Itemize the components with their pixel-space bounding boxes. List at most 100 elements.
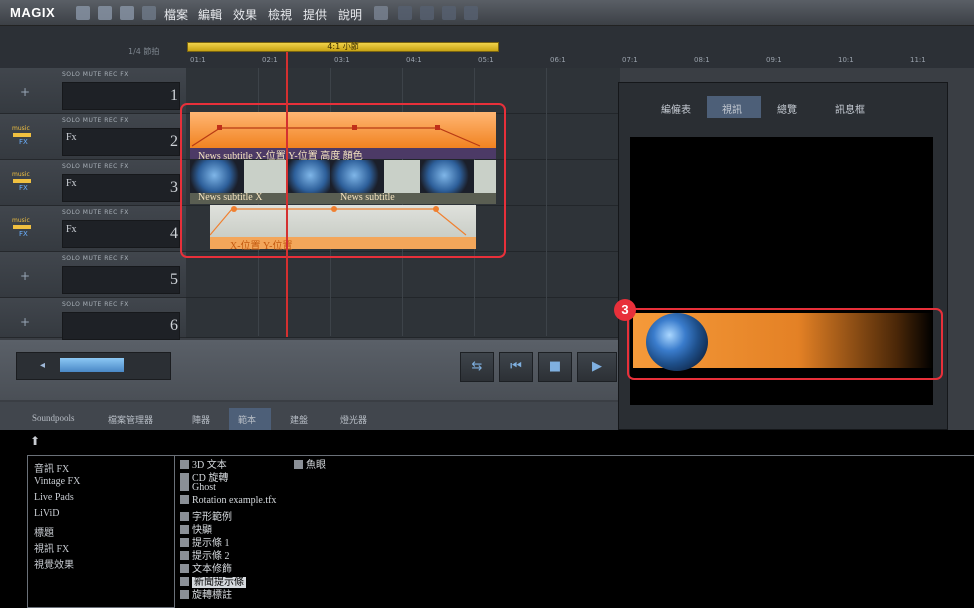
template-file-list xyxy=(175,455,974,608)
ruler-tick: 08:1 xyxy=(694,56,710,64)
add-icon[interactable]: + xyxy=(20,85,30,99)
track-buttons[interactable]: SOLO MUTE REC FX xyxy=(62,209,129,216)
track-lane[interactable] xyxy=(186,252,620,298)
track-buttons[interactable]: SOLO MUTE REC FX xyxy=(62,71,129,78)
ruler-tick: 10:1 xyxy=(838,56,854,64)
loop-range-label: 4:1 小節 xyxy=(327,42,359,51)
file-item[interactable]: Ghost xyxy=(180,482,216,493)
left-arrow-icon[interactable]: ◂ xyxy=(40,360,45,371)
app-logo: MAGIX xyxy=(10,5,56,20)
track-buttons[interactable]: SOLO MUTE REC FX xyxy=(62,163,129,170)
svg-text:music: music xyxy=(12,217,30,224)
svg-text:FX: FX xyxy=(19,184,28,191)
menu-view[interactable]: 檢視 xyxy=(268,6,292,23)
track-buttons[interactable]: SOLO MUTE REC FX xyxy=(62,117,129,124)
new-file-icon[interactable] xyxy=(76,6,90,20)
track-number: 4 xyxy=(170,225,178,242)
tab-video[interactable]: 視訊 xyxy=(722,101,742,116)
rewind-button[interactable]: ⏮ xyxy=(499,352,533,382)
tab-overview[interactable]: 總覽 xyxy=(777,101,797,116)
cursor-icon[interactable] xyxy=(464,6,478,20)
wand-icon[interactable] xyxy=(442,6,456,20)
folder-up-icon[interactable]: ⬆ xyxy=(30,434,40,448)
save-icon[interactable] xyxy=(120,6,134,20)
play-button[interactable]: ▶ xyxy=(577,352,617,382)
playhead[interactable] xyxy=(286,52,288,337)
track-header-5[interactable]: SOLO MUTE REC FX + 5 xyxy=(0,252,186,298)
ruler-tick: 02:1 xyxy=(262,56,278,64)
track-buttons[interactable]: SOLO MUTE REC FX xyxy=(62,255,129,262)
step-badge: 3 xyxy=(614,299,636,321)
track-number: 6 xyxy=(170,317,178,334)
menu-help[interactable]: 說明 xyxy=(338,6,362,23)
ruler-tick: 03:1 xyxy=(334,56,350,64)
zoom-label: 1/4 節拍 xyxy=(128,47,160,56)
ruler-tick: 05:1 xyxy=(478,56,494,64)
file-item[interactable]: Rotation example.tfx xyxy=(180,495,276,506)
tab-templates[interactable]: 範本 xyxy=(238,413,256,426)
tab-lighting[interactable]: 燈光器 xyxy=(340,413,367,426)
track-header-3[interactable]: SOLO MUTE REC FX music FX Fx 3 xyxy=(0,160,186,206)
track-header-4[interactable]: SOLO MUTE REC FX music FX Fx 4 xyxy=(0,206,186,252)
category-item[interactable]: 視覺效果 xyxy=(34,556,74,571)
add-icon[interactable]: + xyxy=(20,315,30,329)
add-icon[interactable]: + xyxy=(20,269,30,283)
category-item[interactable]: Live Pads xyxy=(34,492,74,503)
tab-synth[interactable]: 建盤 xyxy=(290,413,308,426)
track-name[interactable] xyxy=(62,266,180,294)
music-fx-icon: music FX xyxy=(12,171,31,191)
ruler-tick: 01:1 xyxy=(190,56,206,64)
track-name[interactable]: Fx xyxy=(62,174,180,202)
file-item[interactable]: 旋轉標註 xyxy=(180,586,232,601)
grid-line xyxy=(546,68,547,336)
tab-arranger[interactable]: 編僱表 xyxy=(661,101,691,116)
track-buttons[interactable]: SOLO MUTE REC FX xyxy=(62,301,129,308)
redo-icon[interactable] xyxy=(420,6,434,20)
highlight-box xyxy=(180,103,506,258)
music-fx-icon: music FX xyxy=(12,125,31,145)
loop-button[interactable]: ⇆ xyxy=(460,352,494,382)
category-item[interactable]: LiViD xyxy=(34,508,60,519)
track-lane[interactable] xyxy=(186,298,620,338)
svg-text:music: music xyxy=(12,171,30,178)
category-item[interactable]: 音訊 FX xyxy=(34,460,69,475)
tab-info[interactable]: 訊息框 xyxy=(835,101,865,116)
music-fx-icon: music FX xyxy=(12,217,31,237)
menu-effects[interactable]: 效果 xyxy=(233,6,257,23)
svg-text:FX: FX xyxy=(19,230,28,237)
track-header-1[interactable]: SOLO MUTE REC FX + 1 xyxy=(0,68,186,114)
stop-button[interactable]: ■ xyxy=(538,352,572,382)
category-item[interactable]: 標題 xyxy=(34,524,54,539)
menu-offer[interactable]: 提供 xyxy=(303,6,327,23)
svg-text:music: music xyxy=(12,125,30,132)
track-header-2[interactable]: SOLO MUTE REC FX music FX Fx 2 xyxy=(0,114,186,160)
ruler-tick: 07:1 xyxy=(622,56,638,64)
open-folder-icon[interactable] xyxy=(98,6,112,20)
file-item[interactable]: 魚眼 xyxy=(294,456,326,471)
media-pool-tabs xyxy=(0,402,618,430)
track-name[interactable] xyxy=(62,82,180,110)
ruler-tick: 04:1 xyxy=(406,56,422,64)
highlight-box xyxy=(627,308,943,380)
track-number: 3 xyxy=(170,179,178,196)
undo-icon[interactable] xyxy=(398,6,412,20)
track-number: 1 xyxy=(170,87,178,104)
search-icon[interactable] xyxy=(142,6,156,20)
track-name[interactable]: Fx xyxy=(62,128,180,156)
help-icon[interactable] xyxy=(374,6,388,20)
track-number: 2 xyxy=(170,133,178,150)
category-item[interactable]: 視訊 FX xyxy=(34,540,69,555)
ruler-tick: 09:1 xyxy=(766,56,782,64)
track-name[interactable] xyxy=(62,312,180,340)
ruler-tick: 11:1 xyxy=(910,56,926,64)
menu-edit[interactable]: 編輯 xyxy=(198,6,222,23)
svg-text:FX: FX xyxy=(19,138,28,145)
track-name[interactable]: Fx xyxy=(62,220,180,248)
slider-thumb[interactable] xyxy=(60,358,124,372)
category-item[interactable]: Vintage FX xyxy=(34,476,80,487)
track-header-6[interactable]: SOLO MUTE REC FX + 6 xyxy=(0,298,186,340)
tab-file-manager[interactable]: 檔案管理器 xyxy=(108,413,153,426)
tab-soundpools[interactable]: Soundpools xyxy=(32,413,75,423)
tab-effects[interactable]: 陣器 xyxy=(192,413,210,426)
menu-file[interactable]: 檔案 xyxy=(164,6,188,23)
